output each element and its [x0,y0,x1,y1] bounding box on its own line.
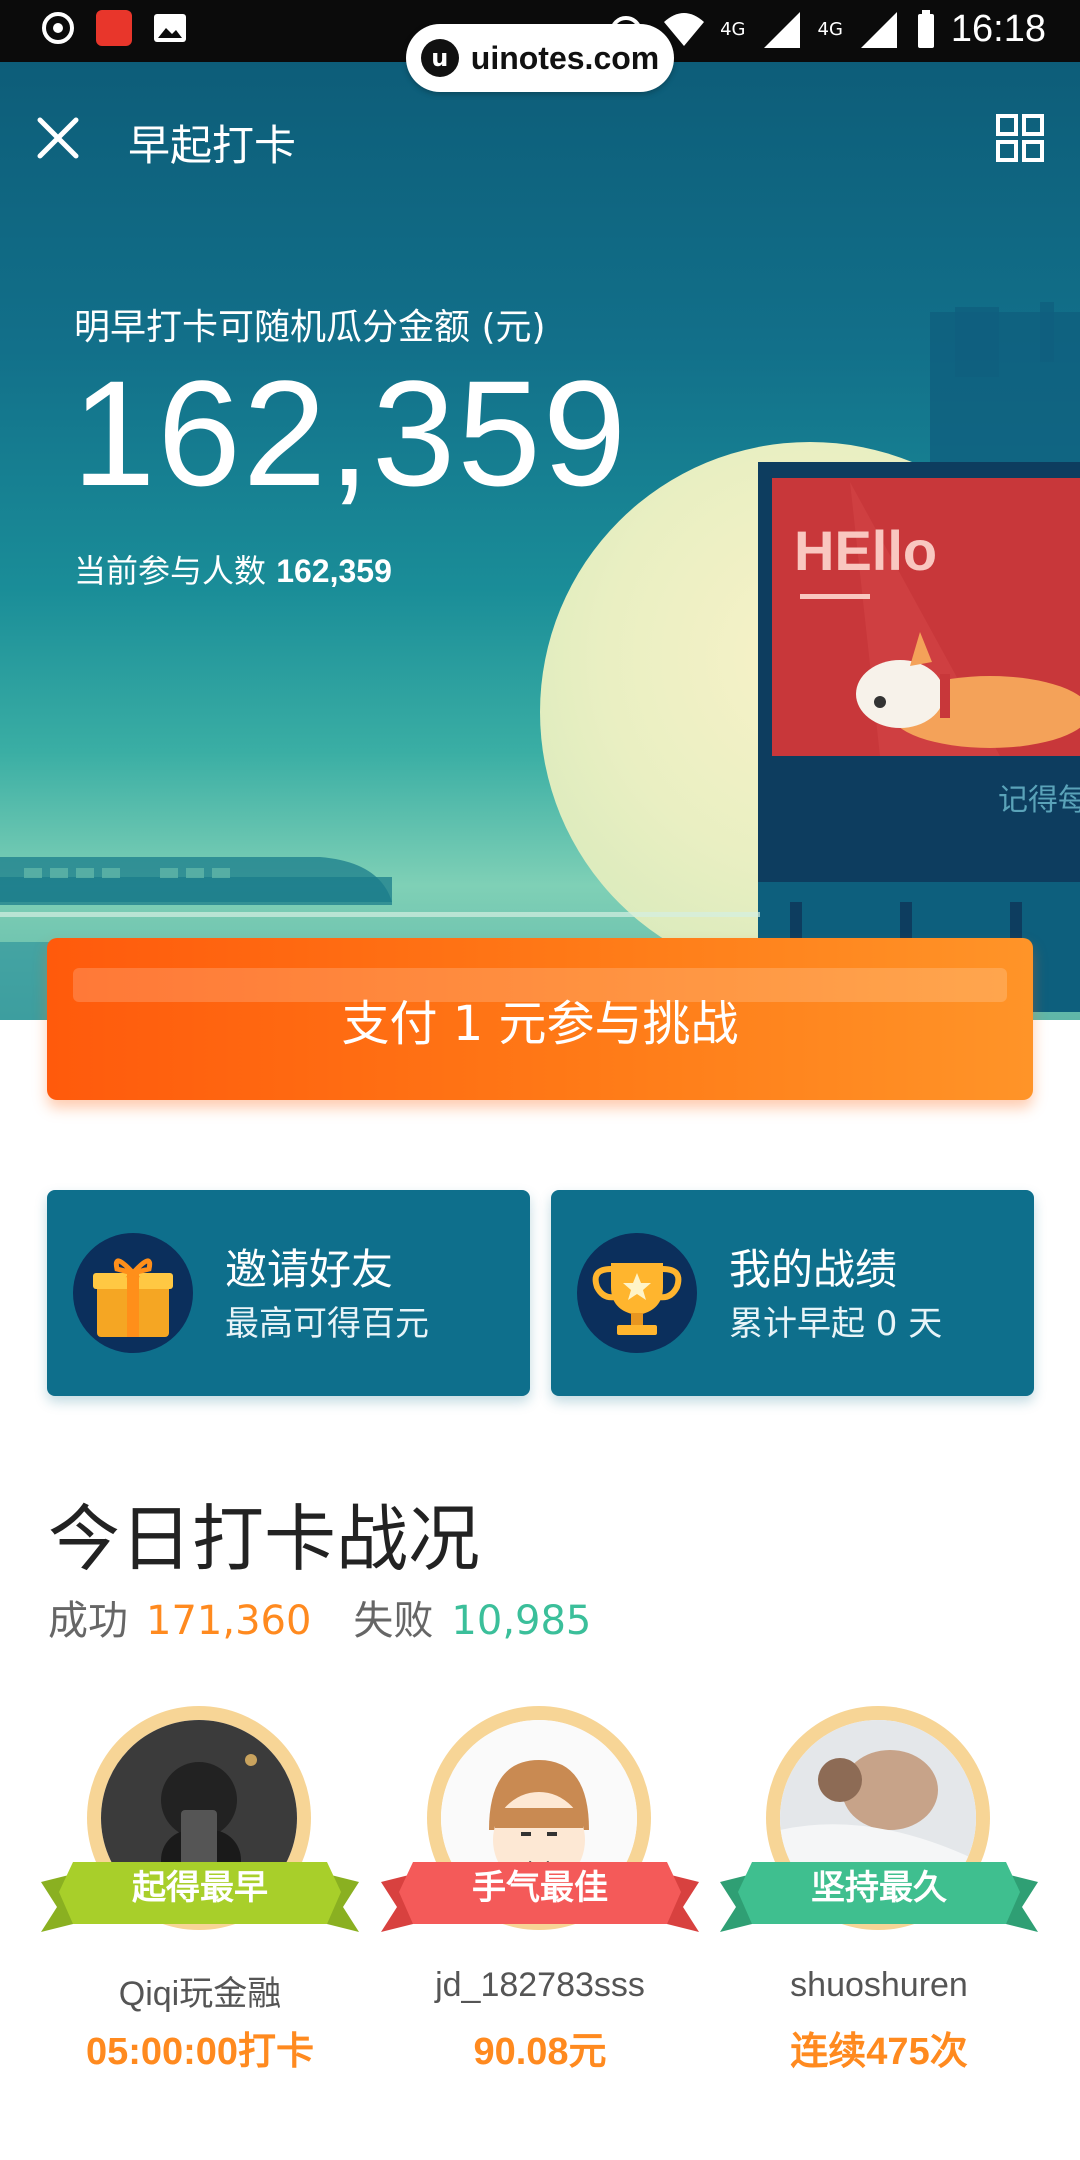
netease-icon [42,12,74,44]
participants-label: 当前参与人数 [74,552,267,590]
today-stats: 成功 171,360 失败 10,985 [48,1588,591,1646]
success-label: 成功 [48,1598,128,1644]
billboard-text: HEllo [794,519,937,582]
watermark-text: uinotes.com [470,39,660,76]
winner-longest-streak[interactable]: 坚持最久 shuoshuren 连续475次 [714,1700,1044,2080]
badge-longest: 坚持最久 [811,1868,947,1908]
winner-stat: 05:00:00打卡 [85,2031,315,2073]
close-icon[interactable] [30,110,86,166]
winner-name: Qiqi玩金融 [118,1975,282,2013]
winner-luckiest[interactable]: 手气最佳 jd_182783sss 90.08元 [375,1700,705,2080]
clock-time: 16:18 [950,8,1046,50]
badge-luckiest: 手气最佳 [472,1868,608,1908]
winner-name: jd_182783sss [435,1966,645,2004]
my-record-card[interactable]: 我的战绩 累计早起 0 天 [551,1190,1034,1396]
prize-amount: 162,359 [72,349,629,517]
record-subtitle: 累计早起 0 天 [729,1304,943,1344]
billboard-subtext: 记得每 [998,783,1080,818]
amount-label: 明早打卡可随机瓜分金额 (元) [74,307,546,348]
invite-subtitle: 最高可得百元 [225,1304,429,1344]
winner-earliest[interactable]: 起得最早 Qiqi玩金融 05:00:00打卡 [35,1700,365,2080]
watermark-logo: u [420,39,459,77]
grid-icon[interactable] [992,110,1048,166]
pay-join-challenge-button[interactable]: 支付 1 元参与挑战 [47,938,1033,1100]
section-title-today: 今日打卡战况 [48,1497,481,1581]
invite-title: 邀请好友 [225,1245,394,1294]
winner-stat: 90.08元 [473,2031,607,2073]
city-illustration: HEllo 记得每 [0,302,1080,1020]
network-4g-1: 4G [720,19,746,40]
participants-value: 162,359 [276,553,392,589]
record-title: 我的战绩 [729,1245,898,1294]
app-notification-icon [96,10,132,46]
winner-stat: 连续475次 [790,2031,968,2073]
invite-friends-card[interactable]: 邀请好友 最高可得百元 [47,1190,530,1396]
battery-icon [917,9,934,48]
gift-icon [73,1233,193,1353]
winner-name: shuoshuren [790,1966,968,2004]
fail-label: 失败 [353,1598,434,1644]
fail-count: 10,985 [451,1598,592,1644]
network-4g-2: 4G [817,19,843,40]
hero-banner: HEllo 记得每 早起打卡 明早打卡可随机瓜分金额 (元) 162,359 当… [0,62,1080,1020]
badge-earliest: 起得最早 [132,1868,268,1908]
participants-info: 当前参与人数 162,359 [74,546,392,592]
image-icon [154,14,186,42]
success-count: 171,360 [146,1598,312,1644]
signal-icon [763,11,800,48]
trophy-icon [577,1233,697,1353]
page-title: 早起打卡 [128,121,297,170]
watermark-badge: u uinotes.com [406,24,674,92]
cta-label: 支付 1 元参与挑战 [341,996,739,1052]
signal-icon-2 [860,11,897,48]
